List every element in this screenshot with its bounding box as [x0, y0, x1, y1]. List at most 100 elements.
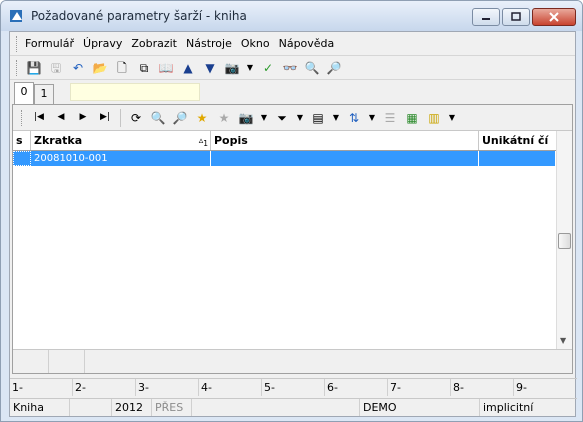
tab-1[interactable]: 1 [34, 84, 54, 104]
cell-s[interactable] [13, 151, 31, 166]
fkey-1[interactable]: 1- [10, 379, 73, 396]
header-s[interactable]: s [13, 131, 31, 150]
book-icon[interactable]: 📖 [157, 59, 175, 77]
dropdown-icon-2[interactable]: ▼ [259, 109, 269, 127]
copy-icon[interactable]: ⧉ [135, 59, 153, 77]
function-key-bar: 1- 2- 3- 4- 5- 6- 7- 8- 9- [10, 378, 577, 396]
binoculars-icon[interactable]: 👓 [281, 59, 299, 77]
toolbar-grip [16, 59, 19, 76]
header-zkratka[interactable]: Zkratka ▵1 [31, 131, 211, 150]
separator [120, 108, 121, 127]
fkey-4[interactable]: 4- [199, 379, 262, 396]
app-window: Požadované parametry šarží - kniha Formu… [0, 0, 583, 422]
refresh-icon[interactable]: ⟳ [127, 109, 145, 127]
header-unikatni[interactable]: Unikátní čí [479, 131, 556, 150]
cell-popis[interactable] [211, 151, 479, 166]
header-zkratka-label: Zkratka [34, 134, 83, 147]
status-year: 2012 [112, 399, 152, 416]
menu-zobrazit[interactable]: Zobrazit [131, 37, 177, 50]
nav-grip [21, 109, 24, 126]
binoculars-next-icon[interactable]: 🔍 [303, 59, 321, 77]
dropdown-icon-6[interactable]: ▼ [447, 109, 457, 127]
new-document-icon[interactable]: 🗋 [113, 59, 131, 77]
fkey-6[interactable]: 6- [325, 379, 388, 396]
maximize-icon [511, 12, 521, 21]
status-bar: Kniha 2012 PŘES DEMO implicitní [10, 398, 577, 416]
dropdown-icon[interactable]: ▼ [245, 59, 255, 77]
header-popis[interactable]: Popis [211, 131, 479, 150]
status-blank-2 [192, 399, 360, 416]
menu-grip [16, 35, 19, 52]
next-record-icon[interactable]: ▶ [74, 109, 92, 127]
menu-okno[interactable]: Okno [241, 37, 270, 50]
excel-icon[interactable]: ▦ [403, 109, 421, 127]
cell-unikatni[interactable] [479, 151, 556, 166]
data-grid: s Zkratka ▵1 Popis Unikátní čí 20081010-… [13, 131, 572, 349]
close-button[interactable] [532, 8, 576, 26]
table-row[interactable]: 20081010-001 [13, 151, 572, 166]
status-pres: PŘES [152, 399, 192, 416]
prev-record-icon[interactable]: ◀ [52, 109, 70, 127]
columns-icon[interactable]: ▤ [309, 109, 327, 127]
menu-napoveda[interactable]: Nápověda [279, 37, 335, 50]
arrow-up-icon[interactable]: ▲ [179, 59, 197, 77]
undo-icon[interactable]: ↶ [69, 59, 87, 77]
scrollbar-thumb[interactable] [558, 233, 571, 249]
title-bar[interactable]: Požadované parametry šarží - kniha [1, 1, 582, 31]
maximize-button[interactable] [502, 8, 530, 26]
window-title: Požadované parametry šarží - kniha [31, 9, 247, 23]
notes-icon[interactable]: ▥ [425, 109, 443, 127]
browse-panel: |◀ ◀ ▶ ▶| ⟳ 🔍 🔎 ★ ★ 📷 ▼ ⏷ ▼ ▤ ▼ ⇅ ▼ ☰ ▦ [12, 104, 573, 374]
status-demo: DEMO [360, 399, 480, 416]
status-mode: implicitní [483, 401, 534, 414]
tab-row: 0 1 [10, 80, 575, 104]
menu-upravy[interactable]: Úpravy [83, 37, 122, 50]
sort-icon[interactable]: ⇅ [345, 109, 363, 127]
menu-bar: Formulář Úpravy Zobrazit Nástroje Okno N… [10, 32, 575, 56]
camera-icon[interactable]: 📷 [223, 59, 241, 77]
fkey-2[interactable]: 2- [73, 379, 136, 396]
menu-formular[interactable]: Formulář [25, 37, 74, 50]
fkey-3[interactable]: 3- [136, 379, 199, 396]
arrow-down-icon[interactable]: ▼ [201, 59, 219, 77]
star-disabled-icon[interactable]: ★ [215, 109, 233, 127]
fkey-9[interactable]: 9- [514, 379, 577, 396]
dropdown-icon-5[interactable]: ▼ [367, 109, 377, 127]
app-icon [10, 10, 22, 22]
binoculars-prev-icon[interactable]: 🔎 [325, 59, 343, 77]
star-add-icon[interactable]: ★ [193, 109, 211, 127]
scroll-down-icon[interactable]: ▼ [560, 336, 566, 345]
camera-icon-2[interactable]: 📷 [237, 109, 255, 127]
info-field [70, 83, 200, 101]
fkey-7[interactable]: 7- [388, 379, 451, 396]
menu-nastroje[interactable]: Nástroje [186, 37, 232, 50]
sort-order: 1 [203, 138, 208, 148]
fkey-5[interactable]: 5- [262, 379, 325, 396]
filter-icon[interactable]: ⏷ [273, 109, 291, 127]
navigation-toolbar: |◀ ◀ ▶ ▶| ⟳ 🔍 🔎 ★ ★ 📷 ▼ ⏷ ▼ ▤ ▼ ⇅ ▼ ☰ ▦ [13, 105, 572, 131]
minimize-button[interactable] [472, 8, 500, 26]
list-icon[interactable]: ☰ [381, 109, 399, 127]
dropdown-icon-4[interactable]: ▼ [331, 109, 341, 127]
minimize-icon [482, 18, 490, 20]
status-module: Kniha [10, 399, 70, 416]
summary-row [13, 349, 572, 373]
status-blank-1 [70, 399, 112, 416]
tab-0[interactable]: 0 [14, 82, 34, 104]
save-as-icon[interactable]: 🖫 [47, 59, 65, 77]
cell-zkratka[interactable]: 20081010-001 [31, 151, 211, 166]
grid-header: s Zkratka ▵1 Popis Unikátní čí [13, 131, 572, 151]
first-record-icon[interactable]: |◀ [30, 109, 48, 127]
dropdown-icon-3[interactable]: ▼ [295, 109, 305, 127]
find-disabled-icon[interactable]: 🔎 [171, 109, 189, 127]
save-icon[interactable]: 💾 [25, 59, 43, 77]
summary-cell [49, 350, 85, 373]
fkey-8[interactable]: 8- [451, 379, 514, 396]
green-check-icon[interactable]: ✓ [259, 59, 277, 77]
find-icon[interactable]: 🔍 [149, 109, 167, 127]
sort-indicator: ▵1 [198, 136, 208, 148]
summary-cell [13, 350, 49, 373]
open-folder-icon[interactable]: 📂 [91, 59, 109, 77]
last-record-icon[interactable]: ▶| [96, 109, 114, 127]
vertical-scrollbar[interactable]: ▼ [556, 131, 572, 349]
